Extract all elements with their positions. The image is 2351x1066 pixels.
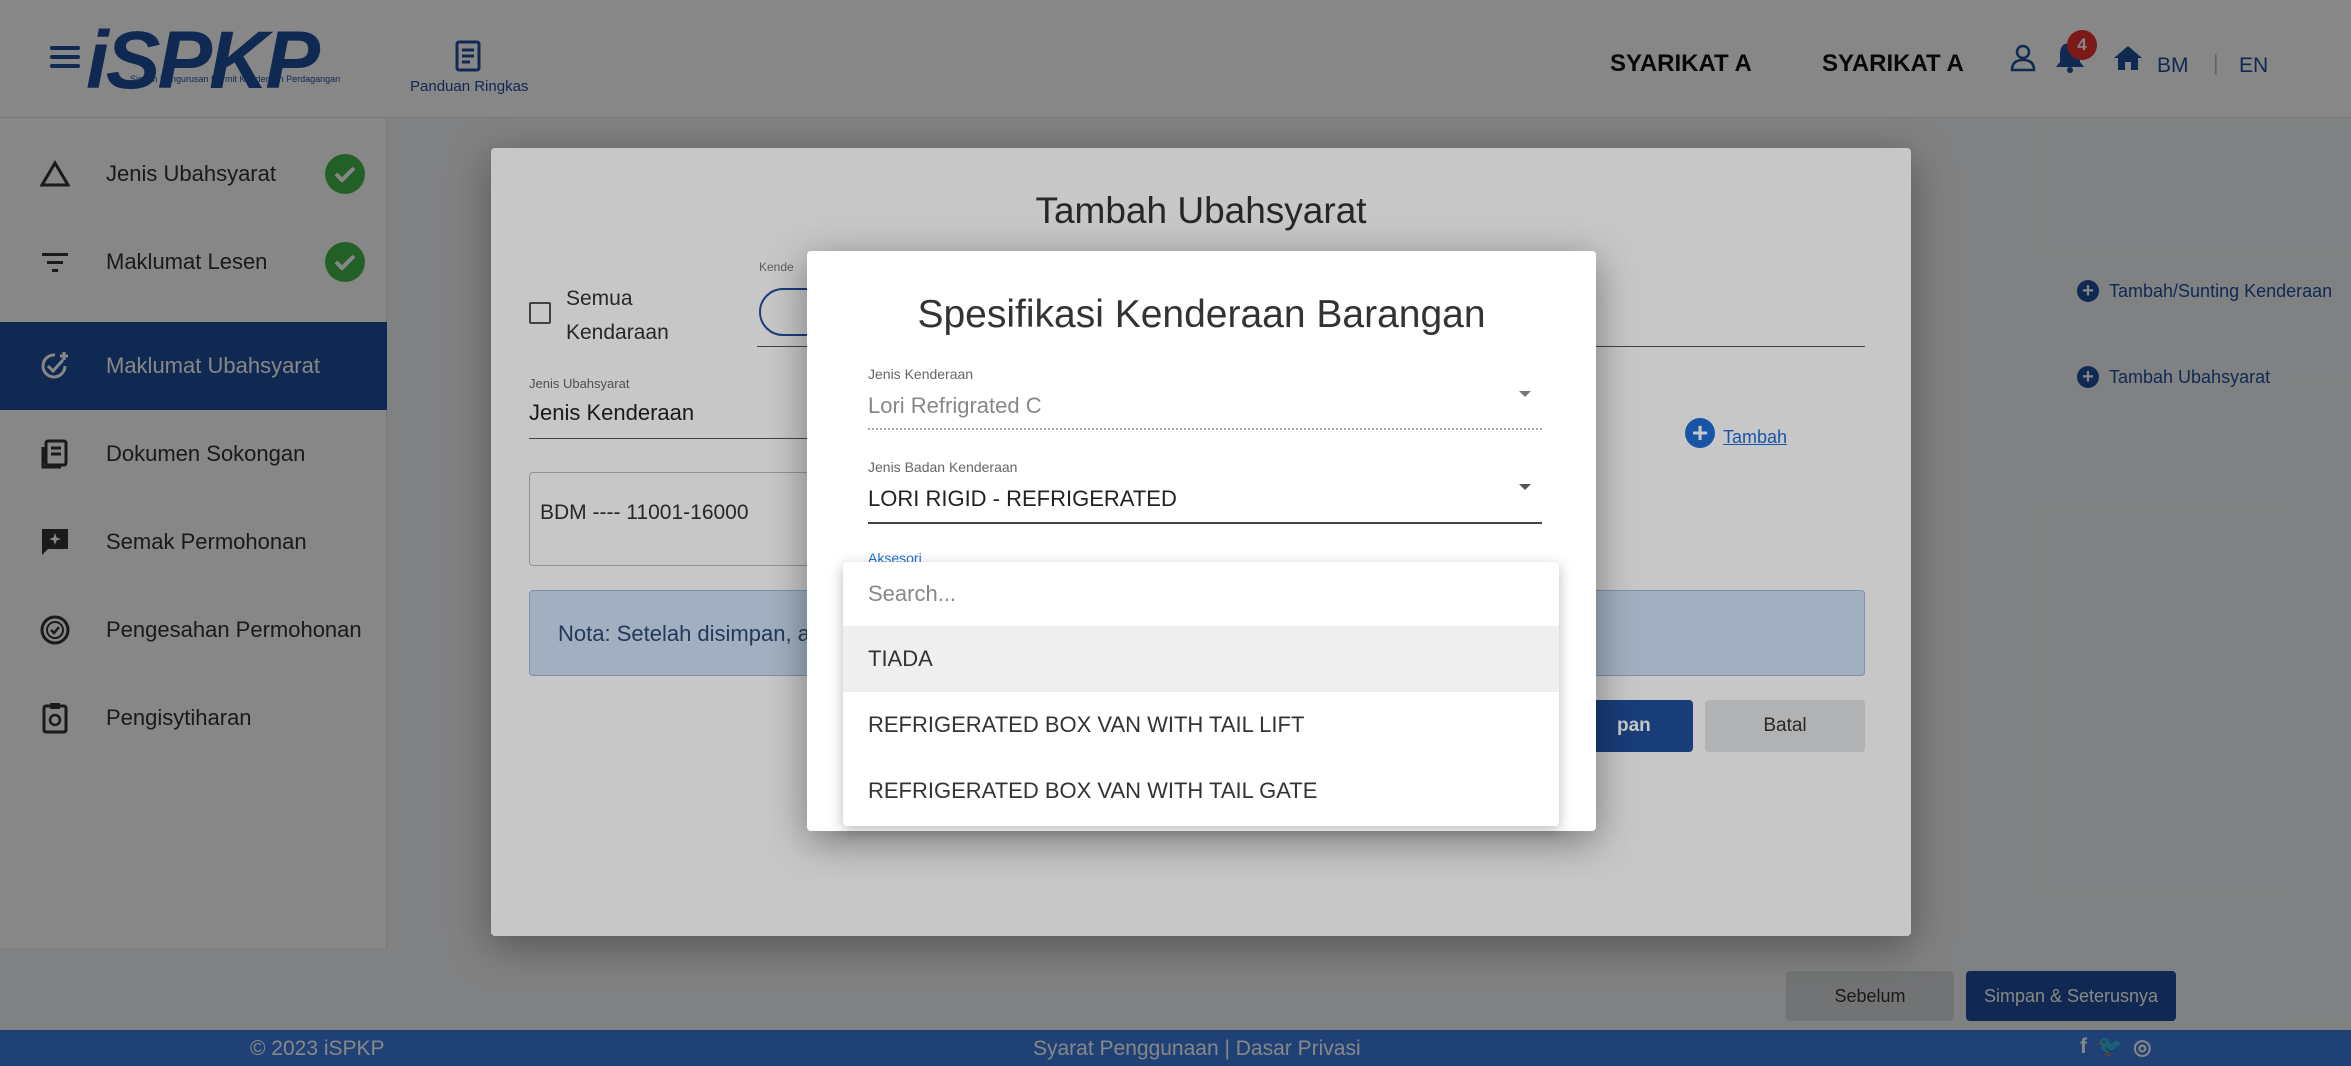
modal-title: Spesifikasi Kenderaan Barangan xyxy=(917,293,1486,336)
search-input[interactable] xyxy=(843,562,1559,626)
body-type-label: Jenis Badan Kenderaan xyxy=(868,459,1018,475)
vehicle-type-select: Lori Refrigrated C xyxy=(868,393,1042,418)
accessory-dropdown: TIADA REFRIGERATED BOX VAN WITH TAIL LIF… xyxy=(843,562,1559,826)
chevron-down-icon xyxy=(1519,391,1531,397)
vehicle-type-label: Jenis Kenderaan xyxy=(868,366,974,382)
dropdown-option[interactable]: REFRIGERATED BOX VAN WITH TAIL LIFT xyxy=(843,692,1559,758)
dropdown-option[interactable]: REFRIGERATED BOX VAN WITH TAIL GATE xyxy=(843,758,1559,824)
body-type-underline xyxy=(868,522,1542,524)
dropdown-option[interactable]: TIADA xyxy=(843,626,1559,692)
body-type-select[interactable]: LORI RIGID - REFRIGERATED xyxy=(868,486,1177,512)
chevron-down-icon xyxy=(1519,484,1531,490)
vehicle-type-underline xyxy=(868,428,1542,430)
